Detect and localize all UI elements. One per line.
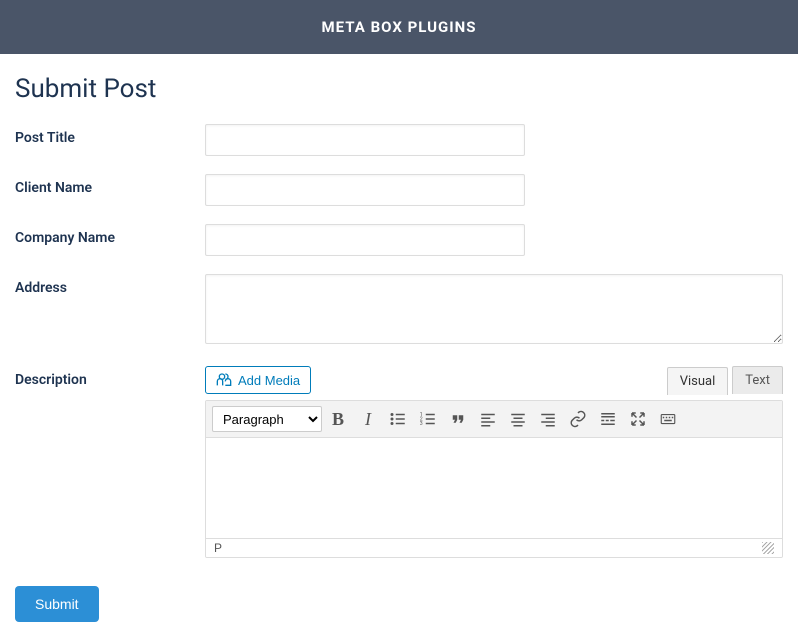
align-right-button[interactable] bbox=[534, 405, 562, 433]
tab-visual[interactable]: Visual bbox=[667, 367, 729, 395]
rich-text-editor: Paragraph B I 123 bbox=[205, 400, 783, 558]
post-title-label: Post Title bbox=[15, 124, 205, 146]
align-right-icon bbox=[539, 410, 557, 428]
submit-button[interactable]: Submit bbox=[15, 586, 99, 622]
fullscreen-icon bbox=[629, 410, 647, 428]
editor-path: P bbox=[214, 541, 222, 555]
link-button[interactable] bbox=[564, 405, 592, 433]
link-icon bbox=[569, 410, 587, 428]
field-address: Address bbox=[15, 274, 783, 348]
editor-tabs: Visual Text bbox=[667, 366, 783, 394]
fullscreen-button[interactable] bbox=[624, 405, 652, 433]
description-label: Description bbox=[15, 366, 205, 388]
company-name-label: Company Name bbox=[15, 224, 205, 246]
insert-more-button[interactable] bbox=[594, 405, 622, 433]
header-title: META BOX PLUGINS bbox=[322, 18, 477, 36]
media-icon bbox=[216, 372, 232, 388]
add-media-button[interactable]: Add Media bbox=[205, 366, 311, 394]
add-media-label: Add Media bbox=[238, 373, 300, 388]
post-title-input[interactable] bbox=[205, 124, 525, 156]
keyboard-icon bbox=[659, 410, 677, 428]
company-name-input[interactable] bbox=[205, 224, 525, 256]
address-label: Address bbox=[15, 274, 205, 296]
editor-toolbar: Paragraph B I 123 bbox=[206, 401, 782, 438]
blockquote-button[interactable] bbox=[444, 405, 472, 433]
field-client-name: Client Name bbox=[15, 174, 783, 206]
italic-button[interactable]: I bbox=[354, 405, 382, 433]
bullet-list-icon bbox=[389, 410, 407, 428]
svg-text:3: 3 bbox=[420, 421, 423, 427]
resize-handle[interactable] bbox=[762, 542, 774, 554]
client-name-input[interactable] bbox=[205, 174, 525, 206]
format-select[interactable]: Paragraph bbox=[212, 406, 322, 432]
quote-icon bbox=[449, 410, 467, 428]
client-name-label: Client Name bbox=[15, 174, 205, 196]
field-post-title: Post Title bbox=[15, 124, 783, 156]
tab-text[interactable]: Text bbox=[732, 366, 783, 394]
field-description: Description Add Media Visual Text Paragr… bbox=[15, 366, 783, 558]
bold-button[interactable]: B bbox=[324, 405, 352, 433]
field-company-name: Company Name bbox=[15, 224, 783, 256]
numbered-list-icon: 123 bbox=[419, 410, 437, 428]
toolbar-toggle-button[interactable] bbox=[654, 405, 682, 433]
page-title: Submit Post bbox=[15, 74, 783, 104]
numbered-list-button[interactable]: 123 bbox=[414, 405, 442, 433]
insert-more-icon bbox=[599, 410, 617, 428]
app-header: META BOX PLUGINS bbox=[0, 0, 798, 54]
editor-content[interactable] bbox=[206, 438, 782, 538]
address-textarea[interactable] bbox=[205, 274, 783, 344]
align-center-button[interactable] bbox=[504, 405, 532, 433]
main-content: Submit Post Post Title Client Name Compa… bbox=[0, 54, 798, 642]
bullet-list-button[interactable] bbox=[384, 405, 412, 433]
editor-status-bar: P bbox=[206, 538, 782, 557]
align-left-button[interactable] bbox=[474, 405, 502, 433]
align-center-icon bbox=[509, 410, 527, 428]
align-left-icon bbox=[479, 410, 497, 428]
